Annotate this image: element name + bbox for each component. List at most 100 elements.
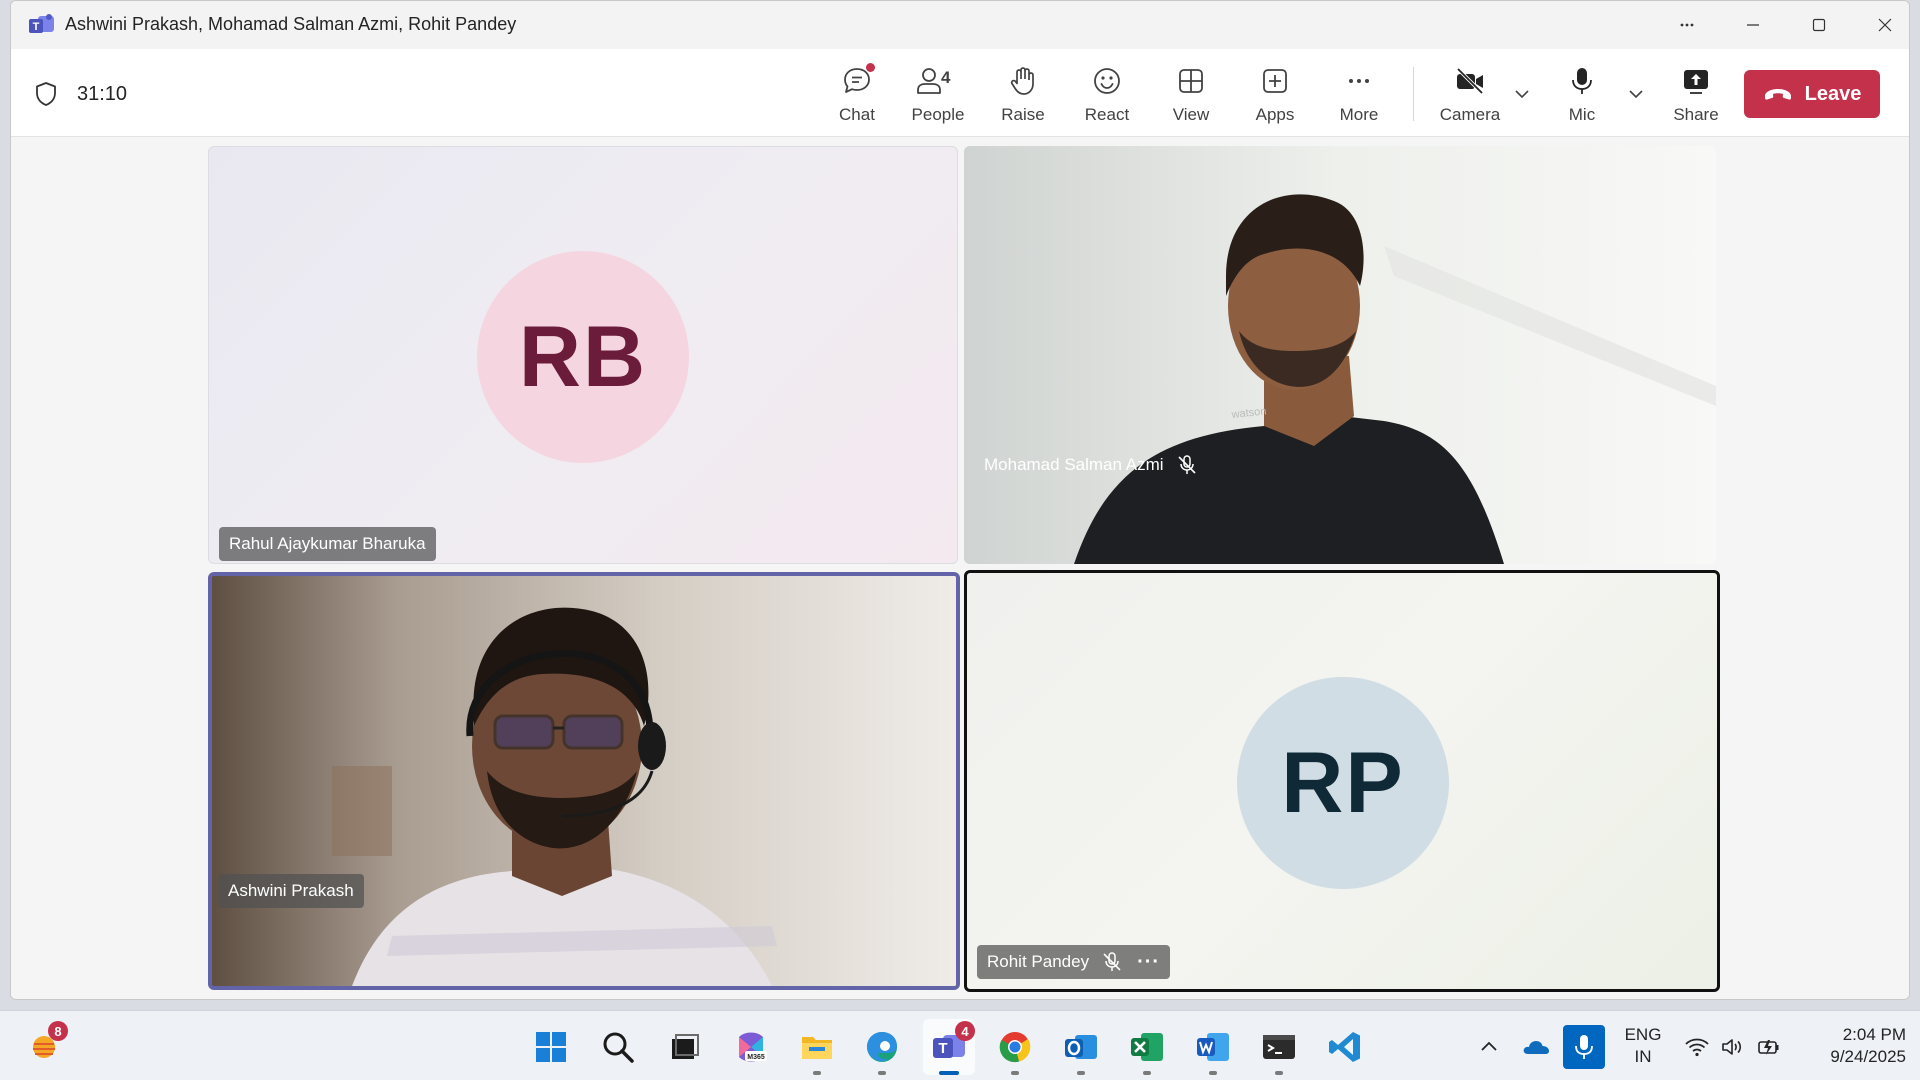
meeting-toolbar: 31:10 Chat 4 People Raise React View App… — [11, 49, 1909, 137]
taskbar-app-excel[interactable] — [1127, 1027, 1167, 1067]
input-language-indicator[interactable]: ENG IN — [1618, 1024, 1668, 1068]
participant-tile-active[interactable]: RP Rohit Pandey ··· — [964, 570, 1720, 992]
react-label: React — [1084, 105, 1130, 124]
svg-text:T: T — [938, 1040, 947, 1057]
participant-avatar: RB — [477, 251, 689, 463]
grid-view-icon — [1173, 63, 1209, 99]
participant-name-tag: Ashwini Prakash — [218, 874, 364, 908]
taskbar-app-word[interactable] — [1193, 1027, 1233, 1067]
clock-time: 2:04 PM — [1842, 1025, 1906, 1044]
raise-hand-icon — [1005, 63, 1041, 99]
close-icon — [1878, 18, 1892, 32]
ellipsis-icon — [1680, 23, 1694, 27]
onedrive-icon[interactable] — [1522, 1035, 1550, 1059]
close-button[interactable] — [1859, 7, 1909, 43]
battery-charging-icon[interactable] — [1756, 1035, 1782, 1059]
language-code: ENG — [1624, 1025, 1662, 1044]
windows-taskbar: 8 M365 T 4 ENG IN 2:04 PM 9/24/2025 — [0, 1010, 1920, 1080]
leave-button[interactable]: Leave — [1744, 70, 1880, 118]
active-running-indicator — [939, 1071, 959, 1075]
apps-button[interactable]: Apps — [1245, 59, 1305, 131]
tray-microphone-icon — [1575, 1035, 1593, 1059]
chat-icon — [839, 63, 875, 99]
participant-tile[interactable]: RB Rahul Ajaykumar Bharuka — [208, 146, 958, 564]
leave-label: Leave — [1804, 82, 1862, 105]
react-icon — [1089, 63, 1125, 99]
participant-video-feed — [212, 576, 956, 986]
view-label: View — [1172, 105, 1210, 124]
window-title: Ashwini Prakash, Mohamad Salman Azmi, Ro… — [65, 14, 517, 34]
people-button[interactable]: 4 People — [903, 59, 973, 131]
add-app-icon — [1257, 63, 1293, 99]
windows-logo-icon — [536, 1032, 566, 1062]
folder-icon — [802, 1037, 832, 1059]
camera-off-icon — [1452, 63, 1488, 99]
weather-badge: 8 — [48, 1021, 68, 1041]
clock-date: 9/24/2025 — [1830, 1047, 1906, 1066]
share-button[interactable]: Share — [1666, 59, 1726, 131]
running-indicator — [1011, 1071, 1019, 1075]
mic-label: Mic — [1568, 105, 1596, 124]
search-button[interactable] — [598, 1027, 638, 1067]
running-indicator — [1143, 1071, 1151, 1075]
volume-icon[interactable] — [1720, 1035, 1746, 1059]
taskbar-app-outlook[interactable] — [1061, 1027, 1101, 1067]
task-view-button[interactable] — [664, 1027, 704, 1067]
taskbar-app-edge[interactable] — [862, 1027, 902, 1067]
participant-name-tag: Rohit Pandey ··· — [977, 945, 1171, 979]
teams-logo-icon: T — [29, 14, 54, 33]
teams-meeting-window: T Ashwini Prakash, Mohamad Salman Azmi, … — [10, 0, 1910, 1000]
running-indicator — [1077, 1071, 1085, 1075]
taskbar-app-terminal[interactable] — [1259, 1027, 1299, 1067]
minimize-button[interactable] — [1727, 7, 1779, 43]
taskbar-app-file-explorer[interactable] — [797, 1027, 837, 1067]
participant-name-tag: Rahul Ajaykumar Bharuka — [219, 527, 436, 561]
show-hidden-icons-chevron-icon[interactable] — [1476, 1035, 1502, 1059]
unread-indicator — [866, 63, 875, 72]
chat-button[interactable]: Chat — [829, 59, 885, 131]
title-bar: T Ashwini Prakash, Mohamad Salman Azmi, … — [11, 1, 1909, 49]
outlook-icon — [1065, 1035, 1097, 1059]
running-indicator — [878, 1071, 886, 1075]
start-button[interactable] — [531, 1027, 571, 1067]
share-label: Share — [1673, 105, 1719, 124]
wifi-icon[interactable] — [1684, 1035, 1710, 1059]
clock[interactable]: 2:04 PM 9/24/2025 — [1796, 1024, 1906, 1068]
camera-label: Camera — [1439, 105, 1501, 124]
share-screen-icon — [1678, 63, 1714, 99]
task-view-icon — [672, 1034, 699, 1059]
edge-icon — [867, 1032, 897, 1062]
more-button[interactable]: More — [1329, 59, 1389, 131]
svg-text:T: T — [33, 21, 40, 33]
raise-hand-button[interactable]: Raise — [993, 59, 1053, 131]
mic-button[interactable]: Mic — [1552, 59, 1612, 131]
running-indicator — [813, 1071, 821, 1075]
microphone-icon — [1564, 63, 1600, 99]
participant-name: Ashwini Prakash — [228, 881, 354, 900]
mic-options-chevron-icon[interactable] — [1625, 83, 1647, 105]
participant-name-tag: Mohamad Salman Azmi — [976, 448, 1206, 482]
running-indicator — [1275, 1071, 1283, 1075]
participant-tile-video[interactable]: watson Mohamad Salman Azmi — [964, 146, 1716, 564]
react-button[interactable]: React — [1077, 59, 1137, 131]
participant-name: Mohamad Salman Azmi — [984, 455, 1164, 474]
hang-up-icon — [1764, 89, 1791, 100]
search-icon — [603, 1032, 634, 1063]
camera-options-chevron-icon[interactable] — [1511, 83, 1533, 105]
taskbar-app-chrome[interactable] — [995, 1027, 1035, 1067]
view-button[interactable]: View — [1161, 59, 1221, 131]
more-options-button[interactable] — [1661, 7, 1713, 43]
maximize-button[interactable] — [1793, 7, 1845, 43]
participant-avatar: RP — [1237, 677, 1449, 889]
svg-text:M365: M365 — [747, 1054, 765, 1061]
microphone-in-use-indicator[interactable] — [1563, 1025, 1605, 1069]
participant-more-options-icon[interactable]: ··· — [1137, 952, 1160, 972]
participant-name: Rohit Pandey — [987, 952, 1090, 971]
taskbar-app-vscode[interactable] — [1325, 1027, 1365, 1067]
camera-button[interactable]: Camera — [1435, 59, 1505, 131]
taskbar-app-microsoft-365[interactable]: M365 — [731, 1027, 771, 1067]
participant-tile-video-selected[interactable]: Ashwini Prakash — [208, 572, 960, 990]
people-label: People — [911, 105, 965, 124]
apps-label: Apps — [1255, 105, 1295, 124]
shield-icon[interactable] — [33, 81, 59, 107]
